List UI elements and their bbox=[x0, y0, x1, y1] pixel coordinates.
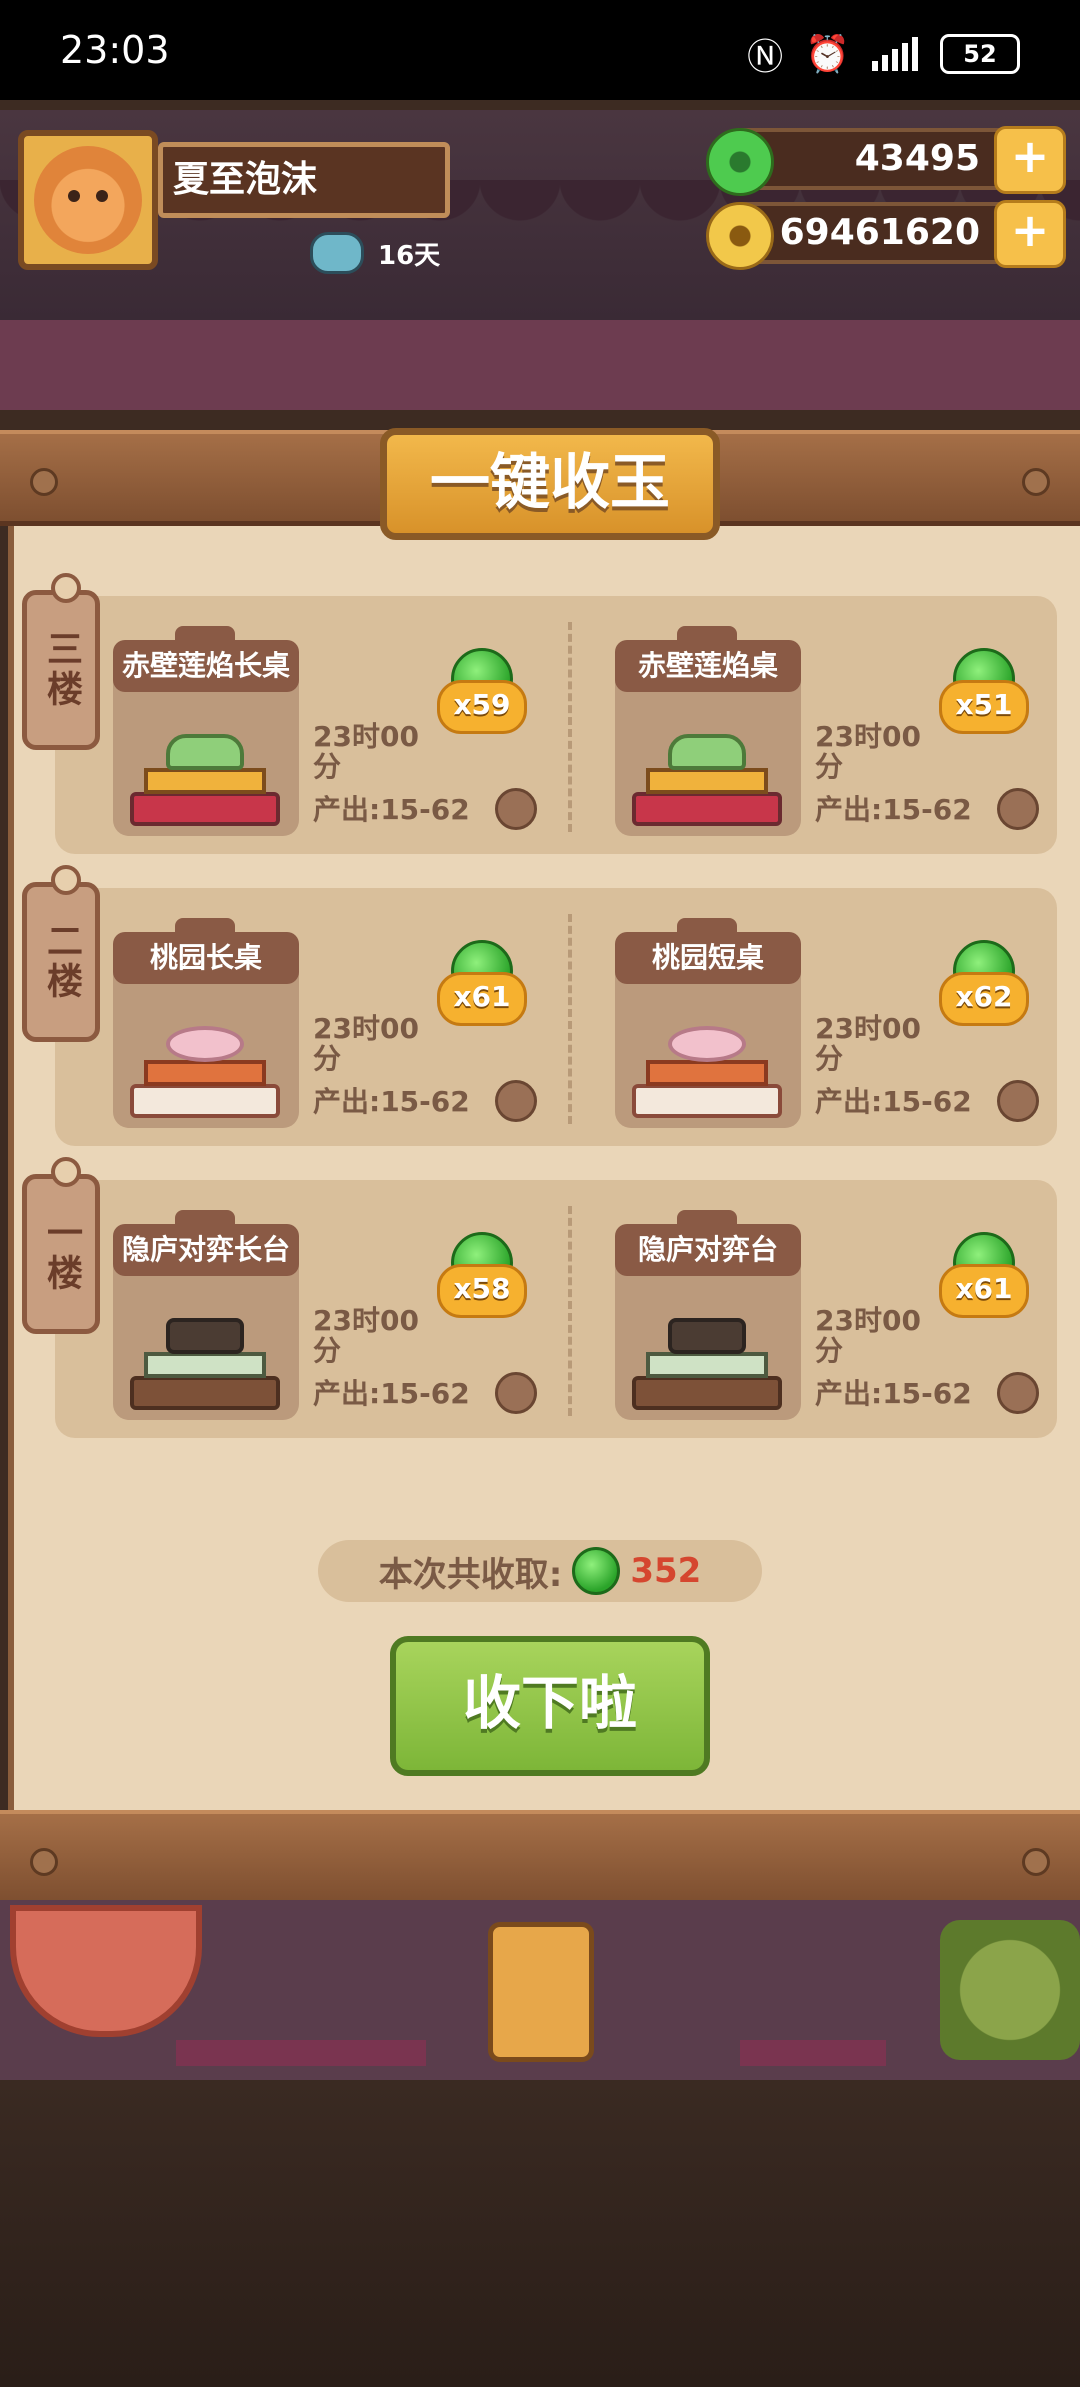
table-name: 赤壁莲焰长桌 bbox=[113, 626, 299, 692]
status-bar: 23:03 Ⓝ ⏰ 52 bbox=[0, 0, 1080, 100]
shop-counter bbox=[740, 2040, 886, 2066]
output-range: 产出:15-62 bbox=[313, 793, 470, 826]
table-name: 隐庐对弈台 bbox=[615, 1210, 801, 1276]
table-card: 隐庐对弈台 x61 23时00分 产出:15-62 bbox=[557, 1200, 1057, 1420]
floor-tag-3: 三楼 bbox=[22, 573, 100, 750]
shop-floor bbox=[0, 2080, 1080, 2387]
status-time: 23:03 bbox=[60, 28, 170, 72]
nail-icon bbox=[30, 1848, 58, 1876]
jade-icon bbox=[572, 1547, 621, 1595]
jade-count: x51 bbox=[939, 680, 1029, 734]
lotus-table-icon bbox=[632, 716, 782, 826]
table-card: 桃园短桌 x62 23时00分 产出:15-62 bbox=[557, 908, 1057, 1128]
gold-currency: 69461620 + bbox=[706, 200, 1066, 270]
clock-icon bbox=[495, 788, 537, 830]
jade-count: x58 bbox=[437, 1264, 527, 1318]
jade-currency: 43495 + bbox=[706, 126, 1066, 196]
gold-amount: 69461620 bbox=[779, 212, 980, 253]
clock-icon bbox=[997, 788, 1039, 830]
peach-short-table-icon bbox=[632, 1008, 782, 1118]
output-range: 产出:15-62 bbox=[313, 1085, 470, 1118]
jade-yield-badge: x59 bbox=[437, 648, 527, 748]
time-remaining: 23时00分 bbox=[313, 1304, 419, 1367]
time-remaining: 23时00分 bbox=[815, 720, 921, 783]
clock-icon bbox=[495, 1080, 537, 1122]
time-remaining: 23时00分 bbox=[815, 1304, 921, 1367]
table-card: 桃园长桌 x61 23时00分 产出:15-62 bbox=[55, 908, 555, 1128]
jade-icon bbox=[706, 128, 774, 196]
time-remaining: 23时00分 bbox=[313, 720, 419, 783]
floor-tag-1: 一楼 bbox=[22, 1157, 100, 1334]
floor-row-3: 赤壁莲焰长桌 x59 23时00分 产出:15-62 赤壁莲焰桌 x51 23时… bbox=[55, 596, 1057, 854]
status-icons: Ⓝ ⏰ 52 bbox=[747, 28, 1020, 80]
arcade-machine-icon[interactable] bbox=[488, 1922, 594, 2062]
jade-yield-badge: x62 bbox=[939, 940, 1029, 1040]
gold-coin-icon bbox=[706, 202, 774, 270]
nfc-icon: Ⓝ bbox=[747, 37, 784, 78]
jade-count: x62 bbox=[939, 972, 1029, 1026]
output-range: 产出:15-62 bbox=[815, 1085, 972, 1118]
floor-tag-2: 二楼 bbox=[22, 865, 100, 1042]
go-long-table-icon bbox=[130, 1300, 280, 1410]
top-hud: 夏至泡沫 16天 43495 + 69461620 + bbox=[0, 120, 1080, 280]
panel-bottom-bar bbox=[0, 1810, 1080, 1906]
add-gold-button[interactable]: + bbox=[994, 200, 1066, 268]
clock-icon bbox=[495, 1372, 537, 1414]
jade-yield-badge: x58 bbox=[437, 1232, 527, 1332]
jade-yield-badge: x51 bbox=[939, 648, 1029, 748]
cat-avatar-icon bbox=[34, 146, 142, 254]
jade-count: x61 bbox=[437, 972, 527, 1026]
days-icon bbox=[310, 232, 364, 274]
jade-yield-badge: x61 bbox=[437, 940, 527, 1040]
total-value: 352 bbox=[630, 1551, 702, 1591]
alarm-icon: ⏰ bbox=[805, 34, 850, 75]
peach-long-table-icon bbox=[130, 1008, 280, 1118]
jade-count: x61 bbox=[939, 1264, 1029, 1318]
output-range: 产出:15-62 bbox=[815, 1377, 972, 1410]
add-jade-button[interactable]: + bbox=[994, 126, 1066, 194]
output-range: 产出:15-62 bbox=[815, 793, 972, 826]
shop-counter bbox=[176, 2040, 426, 2066]
lotus-long-table-icon bbox=[130, 716, 280, 826]
shop-sign-band bbox=[0, 320, 1080, 410]
battery-icon: 52 bbox=[940, 34, 1020, 74]
signal-icon bbox=[872, 37, 918, 71]
nail-icon bbox=[30, 468, 58, 496]
output-range: 产出:15-62 bbox=[313, 1377, 470, 1410]
floor-row-2: 桃园长桌 x61 23时00分 产出:15-62 桃园短桌 x62 23时00分… bbox=[55, 888, 1057, 1146]
days-counter: 16天 bbox=[310, 232, 440, 274]
table-name: 桃园短桌 bbox=[615, 918, 801, 984]
go-table-icon bbox=[632, 1300, 782, 1410]
jade-count: x59 bbox=[437, 680, 527, 734]
nail-icon bbox=[1022, 468, 1050, 496]
table-card: 赤壁莲焰长桌 x59 23时00分 产出:15-62 bbox=[55, 616, 555, 836]
total-label: 本次共收取: bbox=[378, 1554, 563, 1595]
total-collected: 本次共收取: 352 bbox=[318, 1540, 762, 1602]
table-name: 赤壁莲焰桌 bbox=[615, 626, 801, 692]
player-name: 夏至泡沫 bbox=[158, 142, 450, 218]
nail-icon bbox=[1022, 1848, 1050, 1876]
collect-button[interactable]: 收下啦 bbox=[390, 1636, 710, 1776]
table-card: 隐庐对弈长台 x58 23时00分 产出:15-62 bbox=[55, 1200, 555, 1420]
clock-icon bbox=[997, 1080, 1039, 1122]
clock-icon bbox=[997, 1372, 1039, 1414]
time-remaining: 23时00分 bbox=[815, 1012, 921, 1075]
table-name: 隐庐对弈长台 bbox=[113, 1210, 299, 1276]
days-label: 16天 bbox=[378, 240, 441, 271]
floor-row-1: 隐庐对弈长台 x58 23时00分 产出:15-62 隐庐对弈台 x61 23时… bbox=[55, 1180, 1057, 1438]
time-remaining: 23时00分 bbox=[313, 1012, 419, 1075]
panel-title: 一键收玉 bbox=[380, 428, 720, 540]
jade-yield-badge: x61 bbox=[939, 1232, 1029, 1332]
avatar[interactable] bbox=[18, 130, 158, 270]
table-name: 桃园长桌 bbox=[113, 918, 299, 984]
table-card: 赤壁莲焰桌 x51 23时00分 产出:15-62 bbox=[557, 616, 1057, 836]
plant-decoration-icon bbox=[940, 1920, 1080, 2060]
jade-amount: 43495 bbox=[854, 138, 980, 179]
